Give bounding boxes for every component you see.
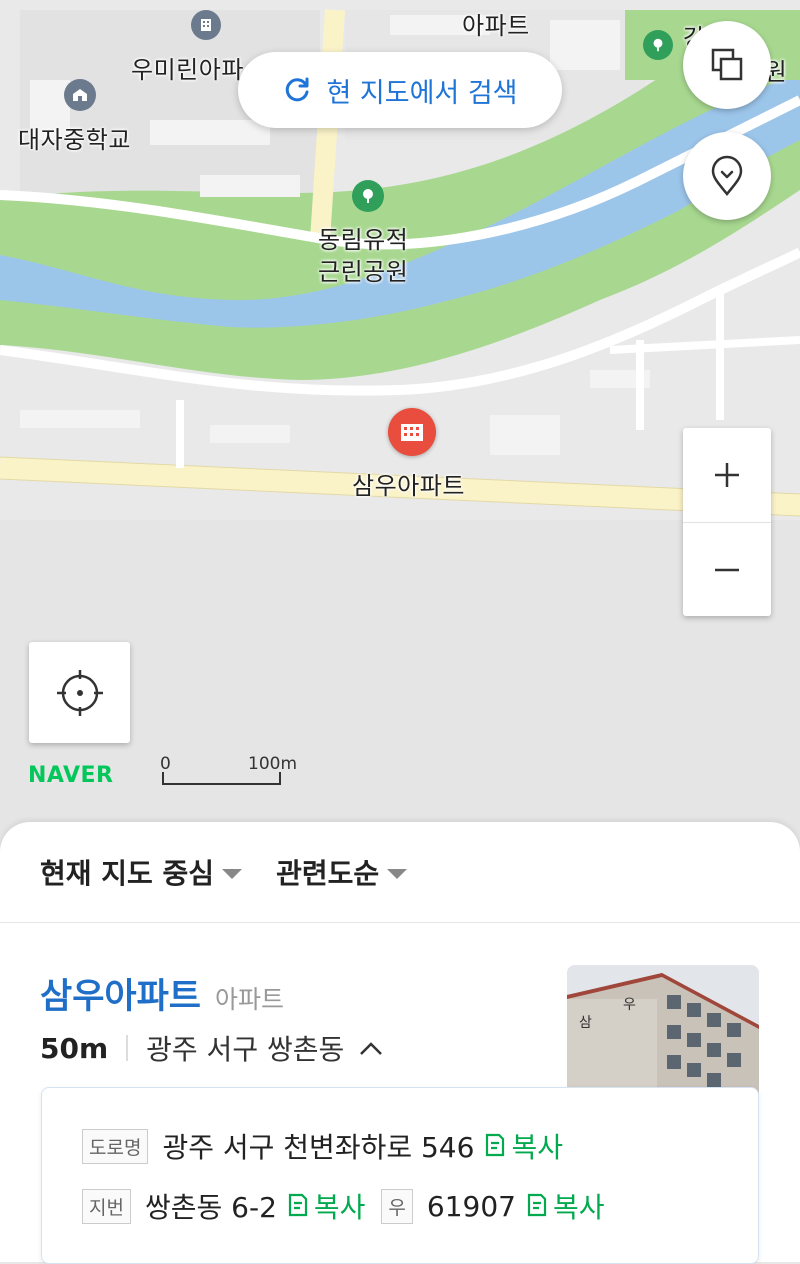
copy-icon [486,1133,505,1157]
meta-separator [126,1035,129,1061]
road-address-tag: 도로명 [82,1128,149,1164]
zoom-out-button[interactable] [683,522,771,617]
zip-tag: 우 [381,1188,413,1224]
zoom-control [683,428,771,616]
refresh-icon [286,77,309,102]
filter-bar: 현재 지도 중심 관련도순 [40,852,408,892]
map-label-samwoo: 삼우아파트 [352,472,465,500]
naver-logo: NAVER [28,763,114,788]
place-meta: 50m 광주 서구 쌍촌동 [40,1028,384,1068]
layers-icon [711,48,743,81]
place-distance: 50m [40,1031,109,1065]
lot-address-tag: 지번 [82,1188,131,1224]
results-sheet: 현재 지도 중심 관련도순 삼우아파트 아파트 50m 광주 서구 쌍촌동 삼 … [0,822,800,1264]
map-label-umirin: 우미린아파 [131,56,244,84]
filter-sort-dropdown[interactable]: 관련도순 [276,852,408,892]
thumb-text-1: 삼 [579,1015,592,1031]
caret-down-icon [387,869,408,879]
copy-label: 복사 [313,1191,366,1224]
chevron-up-icon[interactable] [358,1039,384,1057]
divider [0,922,800,923]
copy-road-address-button[interactable]: 복사 [484,1126,563,1166]
map-label-park-line2: 근린공원 [318,258,409,286]
place-name-link[interactable]: 삼우아파트 [40,968,201,1019]
road-address-row: 도로명 광주 서구 천변좌하로 546 복사 [82,1126,579,1166]
caret-down-icon [222,869,243,879]
road-address: 광주 서구 천변좌하로 546 [162,1131,475,1164]
search-this-area-button[interactable]: 현 지도에서 검색 [238,52,562,128]
map-label-apartment: 아파트 [462,12,530,40]
scale-zero: 0 [160,754,171,774]
thumb-text-2: 우 [623,997,636,1013]
filter-sort-label: 관련도순 [276,857,380,890]
copy-icon [288,1193,307,1217]
scale-bar [162,772,281,785]
building-icon[interactable] [191,10,221,40]
scale-distance: 100m [248,754,298,774]
current-location-button[interactable] [29,642,130,743]
copy-label: 복사 [511,1131,563,1164]
copy-label: 복사 [552,1191,605,1224]
map-scale: 0 100m [160,752,310,788]
place-thumbnail[interactable]: 삼 우 [567,965,759,1100]
school-icon[interactable] [64,79,96,111]
filter-location-dropdown[interactable]: 현재 지도 중심 [40,852,243,892]
layers-button[interactable] [683,21,771,109]
place-header: 삼우아파트 아파트 [40,968,284,1019]
map-view[interactable]: 아파트 우미린아파 대자중학교 동림유적 근린공원 삼우아파트 강 공원 현 지… [0,0,800,850]
search-this-area-label: 현 지도에서 검색 [326,77,518,109]
address-panel: 도로명 광주 서구 천변좌하로 546 복사 지번 쌍촌동 6-2 복사 우 6… [41,1087,759,1264]
zoom-in-button[interactable] [683,428,771,522]
park-icon[interactable] [643,30,673,60]
copy-zip-button[interactable]: 복사 [526,1186,605,1226]
lot-address: 쌍촌동 6-2 [144,1191,277,1224]
plus-icon [715,463,739,487]
minus-icon [715,568,739,572]
zip-code: 61907 [426,1189,516,1223]
copy-icon [527,1193,547,1217]
crosshair-icon [56,669,103,716]
apartment-photo: 삼 우 [567,965,759,1100]
lot-address-row: 지번 쌍촌동 6-2 복사 우 61907 복사 [82,1186,621,1226]
apartment-poi-icon[interactable] [388,408,436,456]
place-category: 아파트 [215,985,285,1014]
place-marker-button[interactable] [683,132,771,220]
copy-lot-address-button[interactable]: 복사 [287,1186,366,1226]
filter-location-label: 현재 지도 중심 [40,857,215,890]
place-region: 광주 서구 쌍촌동 [146,1033,345,1066]
map-label-park-line1: 동림유적 [318,226,409,254]
map-pin-icon [711,155,743,197]
park-icon[interactable] [352,180,384,212]
map-label-park: 동림유적 근린공원 [318,224,408,288]
map-label-school: 대자중학교 [18,126,131,154]
